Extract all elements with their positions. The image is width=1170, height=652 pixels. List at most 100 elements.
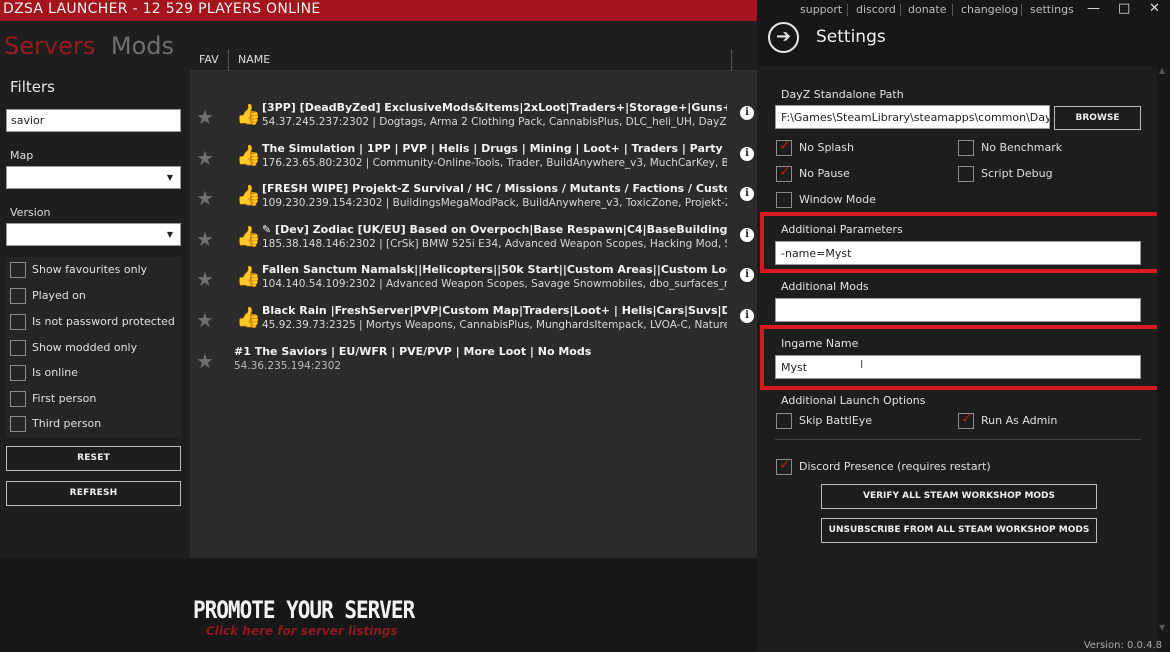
star-icon[interactable]: ★ xyxy=(196,227,214,251)
server-row[interactable]: ★ 👍 Fallen Sanctum Namalsk||Helicopters|… xyxy=(190,261,757,301)
checkbox-label: Third person xyxy=(32,417,102,430)
divider xyxy=(847,4,848,16)
server-info: 45.92.39.73:2325 | Mortys Weapons, Canna… xyxy=(262,319,727,331)
browse-button[interactable]: BROWSE xyxy=(1054,106,1141,130)
link-changelog[interactable]: changelog xyxy=(961,3,1018,16)
search-input[interactable]: savior xyxy=(6,109,181,132)
server-row[interactable]: ★ 👍 [3PP] [DeadByZed] ExclusiveMods&Item… xyxy=(190,99,757,139)
checkbox[interactable]: ✓ xyxy=(776,457,792,475)
filter-favourites[interactable]: Show favourites only xyxy=(10,260,180,280)
settings-scrollbar[interactable]: ▲ ▼ xyxy=(1157,66,1170,652)
mods-input[interactable] xyxy=(775,298,1141,322)
maximize-icon[interactable]: □ xyxy=(1118,1,1130,16)
server-row[interactable]: ★ #1 The Saviors | EU/WFR | PVE/PVP | Mo… xyxy=(190,343,757,383)
verify-mods-button[interactable]: VERIFY ALL STEAM WORKSHOP MODS xyxy=(821,484,1097,509)
minimize-icon[interactable]: — xyxy=(1087,1,1100,16)
star-icon[interactable]: ★ xyxy=(196,308,214,332)
checkbox[interactable] xyxy=(10,340,26,356)
version-label: Version xyxy=(10,206,51,219)
star-icon[interactable]: ★ xyxy=(196,146,214,170)
column-name[interactable]: NAME xyxy=(238,53,270,66)
reset-button[interactable]: RESET xyxy=(6,446,181,471)
server-list: FAV NAME ★ 👍 [3PP] [DeadByZed] Exclusive… xyxy=(190,49,757,559)
tab-servers[interactable]: Servers xyxy=(4,32,95,60)
filter-checklist: Show favourites only Played on Is not pa… xyxy=(6,257,181,437)
checkbox-label: Show modded only xyxy=(32,341,138,354)
info-icon[interactable]: i xyxy=(740,228,754,242)
info-icon[interactable]: i xyxy=(740,147,754,161)
version-text: Version: 0.0.4.8 xyxy=(1083,640,1162,651)
checkbox[interactable]: ✓ xyxy=(958,411,974,429)
checkbox[interactable] xyxy=(10,365,26,381)
checkbox[interactable]: ✓ xyxy=(776,164,792,182)
star-icon[interactable]: ★ xyxy=(196,349,214,373)
server-row[interactable]: ★ 👍 ✎ [Dev] Zodiac [UK/EU] Based on Over… xyxy=(190,221,757,261)
checkbox[interactable]: ✓ xyxy=(776,138,792,156)
link-support[interactable]: support xyxy=(800,3,842,16)
promo-banner[interactable]: PROMOTE YOUR SERVER Click here for serve… xyxy=(0,558,757,652)
info-icon[interactable]: i xyxy=(740,309,754,323)
checkbox[interactable] xyxy=(10,314,26,330)
server-name: The Simulation | 1PP | PVP | Helis | Dru… xyxy=(262,142,727,155)
check-icon: ✓ xyxy=(779,138,791,154)
back-arrow-icon[interactable]: ➔ xyxy=(768,22,799,53)
checkbox[interactable] xyxy=(776,413,792,429)
server-row[interactable]: ★ 👍 [FRESH WIPE] Projekt-Z Survival / HC… xyxy=(190,180,757,220)
ingame-input[interactable]: Myst xyxy=(775,355,1141,379)
chevron-down-icon: ▼ xyxy=(166,230,173,239)
checkbox[interactable] xyxy=(776,192,792,208)
filter-is-online[interactable]: Is online xyxy=(10,363,180,383)
checkbox-label: First person xyxy=(32,392,97,405)
server-row[interactable]: ★ 👍 Black Rain |FreshServer|PVP|Custom M… xyxy=(190,302,757,342)
scroll-up-icon[interactable]: ▲ xyxy=(1159,66,1165,75)
text-cursor-icon: I xyxy=(860,358,864,371)
thumbs-up-icon: 👍 xyxy=(236,264,261,288)
divider xyxy=(1021,4,1022,16)
checkbox[interactable] xyxy=(958,140,974,156)
refresh-button[interactable]: REFRESH xyxy=(6,481,181,506)
server-info: 176.23.65.80:2302 | Community-Online-Too… xyxy=(262,157,727,169)
checkbox[interactable] xyxy=(10,288,26,304)
path-input[interactable]: F:\Games\SteamLibrary\steamapps\common\D… xyxy=(775,105,1050,129)
filter-third-person[interactable]: Third person xyxy=(10,414,180,434)
column-fav[interactable]: FAV xyxy=(199,53,219,66)
filter-modded-only[interactable]: Show modded only xyxy=(10,338,180,358)
info-icon[interactable]: i xyxy=(740,268,754,282)
filter-not-password[interactable]: Is not password protected xyxy=(10,312,180,332)
params-label: Additional Parameters xyxy=(781,223,903,236)
checkbox[interactable] xyxy=(10,416,26,432)
link-discord[interactable]: discord xyxy=(856,3,896,16)
checkbox[interactable] xyxy=(10,262,26,278)
map-label: Map xyxy=(10,149,34,162)
checkbox[interactable] xyxy=(10,391,26,407)
settings-panel: support discord donate changelog setting… xyxy=(757,0,1170,652)
info-icon[interactable]: i xyxy=(740,187,754,201)
launcher-window: DZSA LAUNCHER - 12 529 PLAYERS ONLINE Se… xyxy=(0,0,1170,652)
checkbox[interactable] xyxy=(958,166,974,182)
info-icon[interactable]: i xyxy=(740,106,754,120)
close-icon[interactable]: ✕ xyxy=(1149,1,1160,16)
filter-first-person[interactable]: First person xyxy=(10,389,180,409)
link-donate[interactable]: donate xyxy=(908,3,947,16)
server-name: Black Rain |FreshServer|PVP|Custom Map|T… xyxy=(262,304,727,317)
column-divider xyxy=(731,49,732,71)
params-input[interactable]: -name=Myst xyxy=(775,241,1141,265)
map-dropdown[interactable]: ▼ xyxy=(6,166,181,189)
filter-played-on[interactable]: Played on xyxy=(10,286,180,306)
title-bar: DZSA LAUNCHER - 12 529 PLAYERS ONLINE xyxy=(0,0,757,21)
unsubscribe-mods-button[interactable]: UNSUBSCRIBE FROM ALL STEAM WORKSHOP MODS xyxy=(821,518,1097,543)
star-icon[interactable]: ★ xyxy=(196,105,214,129)
mods-label: Additional Mods xyxy=(781,280,869,293)
star-icon[interactable]: ★ xyxy=(196,267,214,291)
checkbox-label: No Splash xyxy=(799,141,854,154)
tab-mods[interactable]: Mods xyxy=(111,32,174,60)
star-icon[interactable]: ★ xyxy=(196,186,214,210)
scroll-down-icon[interactable]: ▼ xyxy=(1159,623,1165,632)
checkbox-label: Show favourites only xyxy=(32,263,148,276)
version-dropdown[interactable]: ▼ xyxy=(6,223,181,246)
server-row[interactable]: ★ 👍 The Simulation | 1PP | PVP | Helis |… xyxy=(190,140,757,180)
path-label: DayZ Standalone Path xyxy=(781,88,904,101)
link-settings[interactable]: settings xyxy=(1030,3,1074,16)
checkbox-label: Is not password protected xyxy=(32,315,175,328)
thumbs-up-icon: 👍 xyxy=(236,102,261,126)
